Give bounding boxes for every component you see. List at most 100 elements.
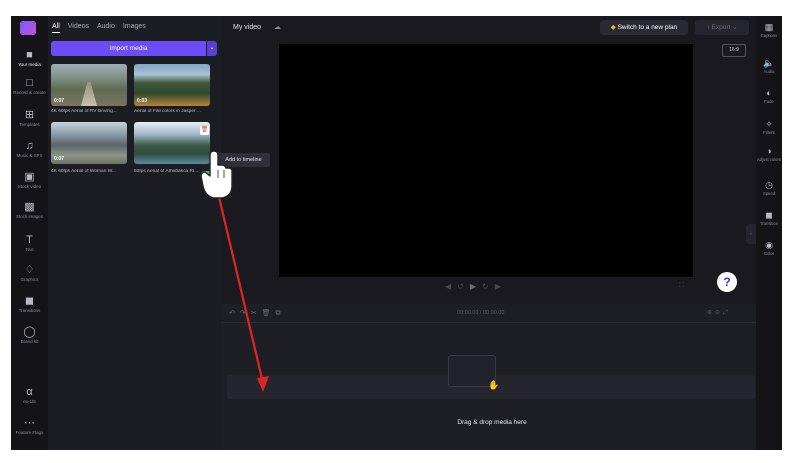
- rail-captions[interactable]: ▦ Captions: [756, 22, 782, 38]
- chevron-down-icon: ⌄: [209, 45, 215, 51]
- text-icon: T: [26, 234, 33, 246]
- fit-icon[interactable]: ⤢: [723, 310, 731, 316]
- camera-icon: □: [26, 77, 33, 89]
- color-icon: ◉: [765, 240, 773, 250]
- aspect-ratio-button[interactable]: 16:9: [722, 44, 746, 57]
- adjust-icon: ◑: [766, 146, 772, 156]
- skip-back-icon[interactable]: ◀: [445, 282, 457, 291]
- app-logo: [20, 21, 36, 35]
- rail-audio[interactable]: 🔈 Audio: [756, 58, 782, 74]
- rail-feature-flags[interactable]: ⋯ Feature Flags: [11, 417, 48, 435]
- rail-transition[interactable]: ◼ Transition: [756, 210, 782, 226]
- clipchamp-editor: ■ Your media □ Record & create ⊞ Templates …: [11, 16, 782, 450]
- plus-icon: +: [203, 171, 209, 178]
- left-rail: ■ Your media □ Record & create ⊞ Templates …: [11, 16, 48, 450]
- media-caption: 4K 60fps Aerial of Woman W...: [51, 169, 116, 174]
- scissors-icon[interactable]: ✂: [251, 310, 262, 317]
- media-caption: Aerial of Fall colors in Jasper ...: [134, 109, 201, 114]
- transition-icon: ◼: [765, 210, 773, 220]
- switch-plan-button[interactable]: ◆ Switch to a new plan: [600, 20, 688, 35]
- templates-icon: ⊞: [24, 109, 35, 121]
- tab-images[interactable]: Images: [123, 23, 146, 30]
- tab-videos[interactable]: Videos: [68, 23, 89, 30]
- chevron-down-icon: ⌄: [732, 24, 738, 31]
- upload-icon: ↑: [706, 24, 710, 31]
- speed-icon: ◷: [765, 180, 773, 190]
- zoom-out-icon[interactable]: ⊖: [715, 310, 723, 316]
- project-title[interactable]: My video: [233, 24, 261, 31]
- rail-graphics[interactable]: ♢ Graphics: [11, 264, 48, 282]
- undo-icon[interactable]: ↶: [229, 310, 240, 317]
- film-icon: ▣: [24, 171, 35, 183]
- tab-all[interactable]: All: [52, 23, 60, 33]
- rail-templates[interactable]: ⊞ Templates: [11, 109, 48, 127]
- shapes-icon: ♢: [24, 264, 35, 276]
- rail-text[interactable]: T Text: [11, 234, 48, 252]
- rail-transitions[interactable]: ◼ Transitions: [11, 295, 48, 313]
- media-panel: All Videos Audio Images Import media ⌄ 0…: [48, 16, 221, 450]
- export-label: Export: [711, 24, 731, 31]
- duration-label: 0:03: [137, 98, 148, 104]
- more-icon: ⋯: [24, 417, 35, 429]
- import-media-button[interactable]: Import media: [51, 41, 206, 56]
- transition-icon: ◼: [24, 295, 35, 307]
- fade-icon: ◐: [766, 88, 772, 98]
- rail-stock-images[interactable]: ▩ Stock images: [11, 201, 48, 219]
- rewind-icon[interactable]: ↺: [457, 282, 470, 291]
- zoom-in-icon[interactable]: ⊕: [707, 310, 715, 316]
- media-thumbnail-rv[interactable]: 0:07: [51, 64, 127, 106]
- export-button[interactable]: ↑ Export ⌄: [695, 20, 749, 35]
- import-dropdown-button[interactable]: ⌄: [207, 41, 217, 56]
- delete-media-button[interactable]: 🗑: [200, 126, 209, 135]
- timeline-divider: [221, 322, 763, 323]
- media-thumbnail-woman[interactable]: 0:07: [51, 122, 127, 164]
- collapse-panel-button[interactable]: ‹: [746, 224, 756, 244]
- playback-controls: ◀↺▶↻▶: [445, 282, 507, 291]
- rail-brand-kit[interactable]: ◯ Brand kit: [11, 326, 48, 344]
- rail-filters[interactable]: ✧ Filters: [756, 119, 782, 135]
- language-icon: α: [26, 386, 33, 398]
- media-tabs: All Videos Audio Images: [52, 23, 152, 33]
- rail-music-sfx[interactable]: ♫ Music & SFX: [11, 140, 48, 158]
- add-to-timeline-button[interactable]: +: [202, 171, 210, 179]
- video-preview: [279, 44, 693, 277]
- rail-stock-video[interactable]: ▣ Stock video: [11, 171, 48, 189]
- skip-forward-icon[interactable]: ▶: [495, 282, 507, 291]
- redo-icon[interactable]: ↷: [240, 310, 251, 317]
- captions-icon: ▦: [764, 22, 774, 32]
- trash-icon: 🗑: [200, 127, 209, 133]
- rail-color[interactable]: ◉ Color: [756, 240, 782, 256]
- duration-label: 0:07: [54, 98, 65, 104]
- media-thumbnail-jasper[interactable]: 0:03: [134, 64, 210, 106]
- rail-adjust-colors[interactable]: ◑ Adjust colors: [756, 146, 782, 162]
- forward-icon[interactable]: ↻: [482, 282, 495, 291]
- timeline-toolbar: ↶↷✂🗑⧉: [229, 309, 286, 318]
- rail-record-create[interactable]: □ Record & create: [11, 77, 48, 95]
- top-bar: My video ☁ ◆ Switch to a new plan ↑ Expo…: [221, 16, 763, 40]
- tab-audio[interactable]: Audio: [97, 23, 115, 30]
- duplicate-icon[interactable]: ⧉: [276, 310, 286, 317]
- media-thumbnail-athabasca[interactable]: [134, 122, 210, 164]
- switch-plan-label: Switch to a new plan: [617, 24, 678, 31]
- folder-icon: ■: [26, 49, 33, 61]
- cloud-sync-icon: ☁: [274, 24, 281, 31]
- fullscreen-icon[interactable]: ⛶: [679, 282, 684, 290]
- drop-hint: Drag & drop media here: [457, 419, 527, 426]
- image-icon: ▩: [24, 201, 35, 213]
- play-icon[interactable]: ▶: [470, 282, 482, 291]
- right-rail: ▦ Captions 🔈 Audio ◐ Fade ✧ Filters ◑ Adjust …: [756, 16, 782, 450]
- music-icon: ♫: [25, 140, 34, 152]
- timeline-panel: ↶↷✂🗑⧉ 00:00.00 / 00:00.00 ⊕⊖⤢ ✋ Drag & d…: [221, 304, 763, 450]
- trash-icon[interactable]: 🗑: [262, 310, 276, 317]
- duration-label: 0:07: [54, 156, 65, 162]
- timeline-time: 00:00.00 / 00:00.00: [457, 310, 505, 316]
- rail-speed[interactable]: ◷ Speed: [756, 180, 782, 196]
- filters-icon: ✧: [765, 119, 773, 129]
- add-to-timeline-tooltip: Add to timeline: [217, 153, 270, 167]
- rail-your-media[interactable]: ■ Your media: [11, 49, 48, 67]
- rail-fade[interactable]: ◐ Fade: [756, 88, 782, 104]
- chevron-left-icon: ‹: [750, 231, 752, 237]
- audio-icon: 🔈: [763, 58, 775, 68]
- help-button[interactable]: ?: [717, 272, 737, 292]
- rail-language[interactable]: α en-US: [11, 386, 48, 404]
